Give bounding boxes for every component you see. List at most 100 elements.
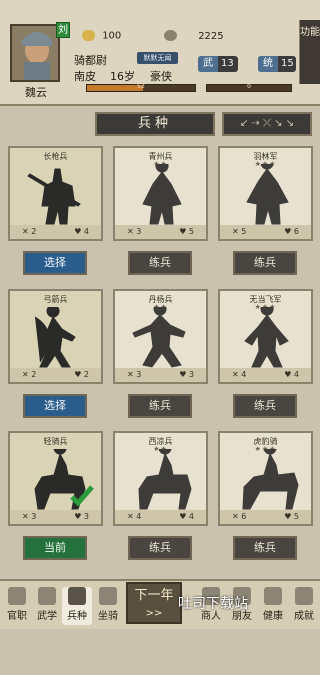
progress-bar-right: 0: [206, 83, 292, 92]
unit-action-button[interactable]: 选择: [23, 251, 87, 275]
unit-silhouette-icon: [34, 449, 94, 510]
unit-card[interactable]: 虎豹骑★★★✕ 6♥ 5: [218, 431, 313, 526]
progress-text-left: 52: [137, 83, 145, 90]
defense-stat: ♥ 5: [284, 512, 299, 521]
martial-icon: [38, 587, 56, 605]
attack-stat: ✕ 4: [232, 370, 247, 379]
unit-stats: ✕ 3 ♥ 3: [115, 368, 206, 382]
place: 南皮: [74, 70, 96, 83]
unit-silhouette-icon: [242, 449, 299, 510]
sword-icon: ✕: [127, 227, 137, 236]
heart-icon: ♥: [74, 512, 84, 521]
unit-action-button[interactable]: 练兵: [233, 251, 297, 275]
attack-stat: ✕ 5: [232, 227, 247, 236]
sword-icon: ✕: [127, 512, 137, 521]
unit-silhouette-icon: [246, 164, 289, 225]
unit-stats: ✕ 6 ♥ 5: [220, 510, 311, 524]
attack-stat: ✕ 2: [22, 227, 37, 236]
nav-item-wuxue[interactable]: 武学: [32, 587, 62, 625]
unit-stats: ✕ 4 ♥ 4: [220, 368, 311, 382]
unit-stats: ✕ 5 ♥ 6: [220, 225, 311, 239]
unit-action-button[interactable]: 练兵: [233, 394, 297, 418]
sword-icon: ✕: [232, 370, 242, 379]
unit-icon: [68, 587, 86, 605]
nav-item-chengjiu[interactable]: 成就: [289, 587, 319, 625]
defense-stat: ♥ 6: [284, 227, 299, 236]
section-title: 兵种: [95, 112, 215, 136]
heart-icon: ♥: [284, 512, 294, 521]
horse-icon: [99, 587, 117, 605]
stat-wu: 武 13: [198, 56, 238, 72]
unit-card[interactable]: 无当飞军★★★✕ 4♥ 4: [218, 289, 313, 384]
weapon-icons[interactable]: ↙ ⇢ ⤫ ↘ ↘: [222, 112, 312, 136]
nav-item-jiankang[interactable]: 健康: [258, 587, 288, 625]
unit-action-button[interactable]: 练兵: [128, 536, 192, 560]
unit-silhouette-icon: [244, 307, 289, 368]
unit-card[interactable]: 轻骑兵 ✕ 3 ♥ 3: [8, 431, 103, 526]
unit-action-button[interactable]: 当前: [23, 536, 87, 560]
unit-silhouette-icon: [138, 449, 192, 510]
bottom-bar: [0, 629, 320, 675]
heart-icon: ♥: [179, 227, 189, 236]
unit-action-button[interactable]: 练兵: [128, 251, 192, 275]
rank-icon: [8, 587, 26, 605]
unit-card[interactable]: 青州兵★★✕ 3♥ 5: [113, 146, 208, 241]
player-name: 魏云: [25, 86, 47, 99]
age: 16岁: [110, 70, 135, 83]
defense-stat: ♥ 3: [179, 370, 194, 379]
stat-tong: 统 15: [258, 56, 296, 72]
unit-name: 轻骑兵: [43, 437, 68, 446]
unit-action-button[interactable]: 练兵: [128, 394, 192, 418]
attack-stat: ✕ 2: [22, 370, 37, 379]
unit-card[interactable]: 西凉兵★★✕ 4♥ 4: [113, 431, 208, 526]
unit-stats: ✕ 3 ♥ 3: [10, 510, 101, 524]
attack-stat: ✕ 3: [127, 370, 142, 379]
unit-name: 长枪兵: [43, 152, 68, 161]
nav-item-bingzhong[interactable]: 兵种: [62, 587, 92, 625]
attack-stat: ✕ 3: [127, 227, 142, 236]
sword-icon: ✕: [232, 512, 242, 521]
sword-icon: ✕: [22, 512, 32, 521]
function-button[interactable]: 功能: [299, 20, 320, 84]
unit-stats: ✕ 2 ♥ 2: [10, 368, 101, 382]
title-badge: 默默无闻: [137, 52, 178, 64]
unit-card[interactable]: 弓箭兵 ✕ 2 ♥ 2: [8, 289, 103, 384]
attack-stat: ✕ 4: [127, 512, 142, 521]
unit-name: 弓箭兵: [43, 295, 68, 304]
sword-icon: ✕: [232, 227, 242, 236]
next-year-button[interactable]: 下一年 >>: [126, 582, 182, 624]
avatar[interactable]: [10, 24, 60, 82]
nav-item-guanzhi[interactable]: 官职: [2, 587, 32, 625]
copper-resource: 2225: [164, 30, 224, 44]
unit-stats: ✕ 3 ♥ 5: [115, 225, 206, 239]
watermark: 吐司下载站: [178, 596, 248, 612]
nav-item-zuoqi[interactable]: 坐骑: [93, 587, 123, 625]
unit-silhouette-icon: [34, 307, 76, 368]
trait: 豪侠: [150, 70, 172, 83]
rank: 骑都尉: [74, 54, 107, 67]
heart-icon: ♥: [179, 370, 189, 379]
defense-stat: ♥ 3: [74, 512, 89, 521]
health-icon: [264, 587, 282, 605]
unit-action-button[interactable]: 选择: [23, 394, 87, 418]
sword-icon: ✕: [127, 370, 137, 379]
heart-icon: ♥: [284, 227, 294, 236]
progress-text-right: 0: [247, 83, 251, 90]
progress-bar-left: 52: [86, 83, 196, 92]
unit-stats: ✕ 4 ♥ 4: [115, 510, 206, 524]
trophy-icon: [295, 587, 313, 605]
heart-icon: ♥: [179, 512, 189, 521]
unit-card[interactable]: 羽林军★★★✕ 5♥ 6: [218, 146, 313, 241]
unit-card[interactable]: 长枪兵 ✕ 2 ♥ 4: [8, 146, 103, 241]
unit-card[interactable]: 丹杨兵★★✕ 3♥ 3: [113, 289, 208, 384]
gold-resource: 100: [82, 30, 142, 44]
defense-stat: ♥ 4: [179, 512, 194, 521]
unit-action-button[interactable]: 练兵: [233, 536, 297, 560]
sword-icon: ✕: [22, 370, 32, 379]
attack-stat: ✕ 3: [22, 512, 37, 521]
heart-icon: ♥: [74, 370, 84, 379]
defense-stat: ♥ 4: [74, 227, 89, 236]
faction-badge: 刘: [56, 22, 70, 38]
attack-stat: ✕ 6: [232, 512, 247, 521]
unit-silhouette-icon: [27, 168, 81, 225]
